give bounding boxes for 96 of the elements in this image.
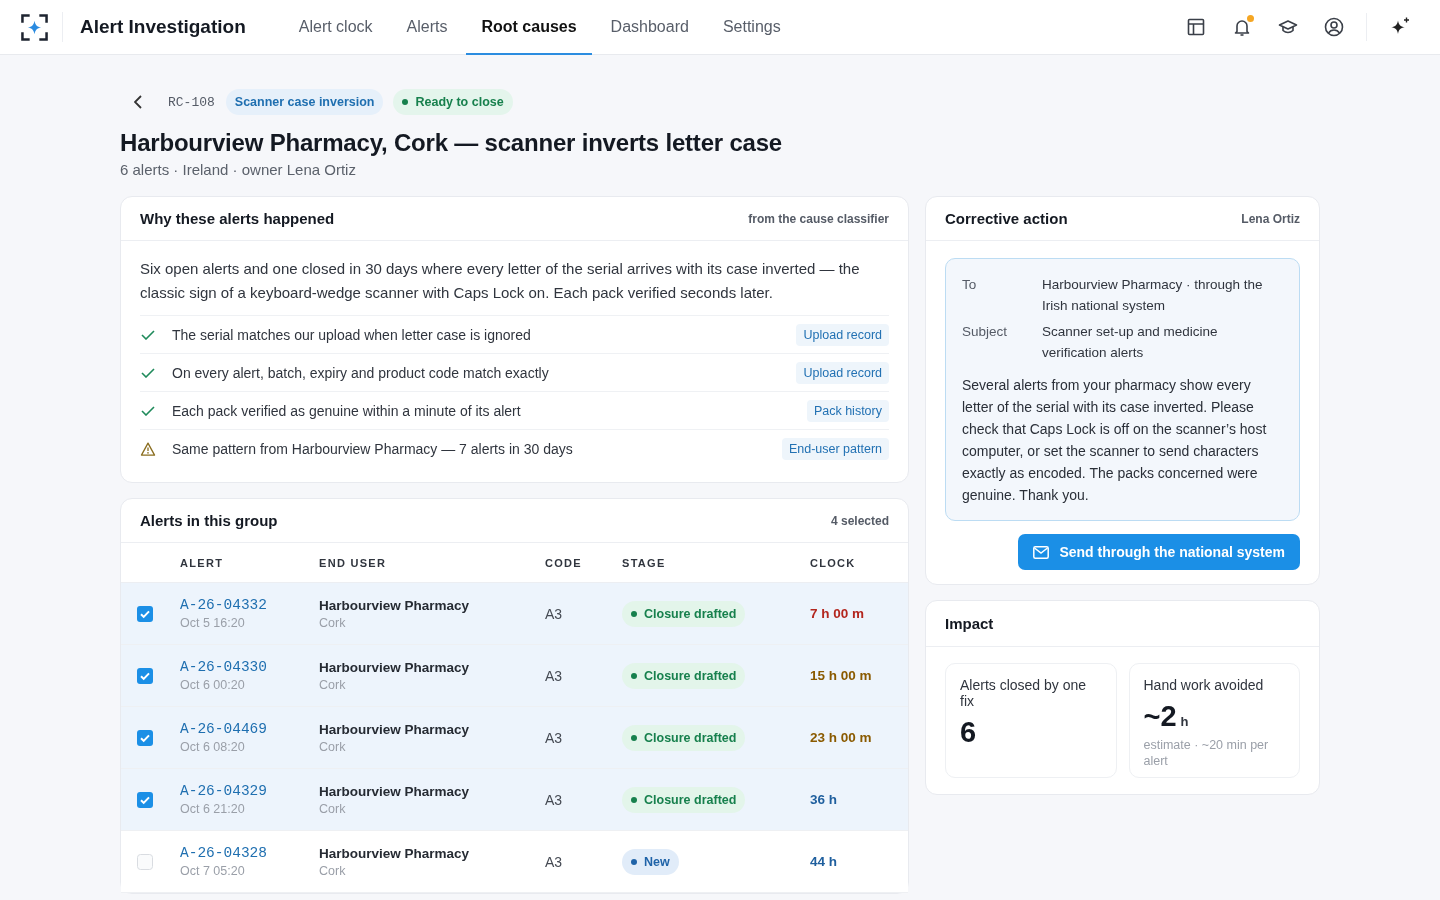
panel-title: Corrective action: [945, 210, 1068, 227]
evidence-link[interactable]: Upload record: [796, 323, 889, 346]
panel-title: Alerts in this group: [140, 512, 278, 529]
layout-icon[interactable]: [1186, 17, 1206, 37]
field-value: Scanner set-up and medicine verification alerts: [1042, 323, 1219, 362]
alert-code: A3: [545, 853, 564, 870]
end-user-city: Cork: [319, 801, 346, 816]
status-dot-icon: [631, 734, 637, 741]
evidence-link[interactable]: Upload record: [796, 361, 889, 384]
chevron-left-icon[interactable]: [134, 95, 142, 109]
nav-tab[interactable]: Alerts: [391, 0, 463, 55]
status-dot-icon: [631, 858, 637, 865]
status-dot-icon: [631, 672, 637, 679]
column-header: CLOCK: [810, 556, 857, 569]
panel-title: Impact: [945, 615, 994, 632]
end-user-name: Harbourview Pharmacy: [319, 659, 470, 675]
column-header: ALERT: [180, 556, 225, 569]
status-dot-icon: [402, 99, 409, 105]
case-id: RC-108: [168, 94, 215, 110]
column-header: CODE: [545, 556, 583, 569]
evidence-text: Each pack verified as genuine within a minute of its alert: [172, 402, 521, 419]
evidence-text: The serial matches our upload when letter case is ignored: [172, 326, 531, 343]
selection-count: 4 selected: [830, 513, 889, 528]
row-checkbox[interactable]: [137, 729, 153, 746]
clock-value: 36 h: [810, 792, 838, 807]
end-user-name: Harbourview Pharmacy: [319, 845, 470, 861]
evidence-link[interactable]: Pack history: [806, 399, 889, 422]
evidence-text: On every alert, batch, expiry and product code match exactly: [172, 364, 549, 381]
alert-time: Oct 6 08:20: [180, 740, 245, 754]
message-body: Several alerts from your pharmacy show every letter of the serial with its case inverted. Please check that Caps Lock is off on the scanner’s host computer, or set the scanner to send characters exactly as encoded. The packs concerned were genuine. Thank you.: [962, 376, 1268, 505]
row-checkbox[interactable]: [137, 791, 153, 808]
column-header: END USER: [319, 556, 388, 569]
row-checkbox[interactable]: [137, 853, 153, 870]
evidence-text: Same pattern from Harbourview Pharmacy — 7 alerts in 30 days: [172, 440, 573, 457]
row-checkbox[interactable]: [137, 605, 153, 622]
end-user-name: Harbourview Pharmacy: [319, 783, 470, 799]
clock-value: 23 h 00 m: [810, 730, 873, 745]
status-dot-icon: [631, 610, 637, 617]
app-title: Alert Investigation: [80, 16, 246, 38]
stage-badge: Closure drafted: [622, 724, 746, 751]
field-value: Harbourview Pharmacy · through the Irish national system: [1042, 276, 1264, 315]
panel-source: from the cause classifier: [748, 211, 889, 226]
panel-title: Why these alerts happened: [140, 210, 335, 227]
alert-code: A3: [545, 791, 564, 808]
nav-tab[interactable]: Settings: [707, 0, 796, 55]
metric-value: 6: [960, 715, 977, 749]
alert-id-link[interactable]: A-26-04469: [180, 721, 267, 737]
column-header: STAGE: [622, 556, 667, 569]
field-label: Subject: [962, 323, 1009, 341]
metric-label: Hand work avoided: [1143, 677, 1265, 693]
nav-tab[interactable]: Dashboard: [595, 0, 704, 55]
stage-badge: New: [622, 848, 679, 875]
stage-badge: Closure drafted: [622, 600, 746, 627]
nav-tab[interactable]: Root causes: [466, 0, 592, 55]
alert-time: Oct 7 05:20: [180, 864, 245, 878]
status-badge: Ready to close: [393, 89, 513, 115]
clock-value: 7 h 00 m: [810, 606, 866, 621]
metric-note: estimate · ~20 min per alert: [1143, 737, 1270, 769]
metric-value: ~2: [1143, 699, 1177, 733]
stage-badge: Closure drafted: [622, 786, 746, 813]
nav-tab[interactable]: Alert clock: [283, 0, 388, 55]
alert-time: Oct 6 21:20: [180, 802, 245, 816]
mail-icon: [1033, 545, 1050, 559]
alert-code: A3: [545, 605, 564, 622]
case-meta: 6 alerts · Ireland · owner Lena Ortiz: [120, 160, 357, 180]
alert-time: Oct 5 16:20: [180, 616, 245, 630]
status-dot-icon: [631, 796, 637, 803]
end-user-city: Cork: [319, 615, 346, 630]
bell-icon[interactable]: [1232, 17, 1252, 37]
alert-id-link[interactable]: A-26-04328: [180, 845, 267, 861]
alert-id-link[interactable]: A-26-04330: [180, 659, 267, 675]
end-user-name: Harbourview Pharmacy: [319, 721, 470, 737]
user-icon[interactable]: [1324, 17, 1344, 37]
field-label: To: [962, 276, 978, 294]
alert-id-link[interactable]: A-26-04332: [180, 597, 267, 613]
end-user-city: Cork: [319, 863, 346, 878]
category-tag: Scanner case inversion: [225, 89, 384, 115]
alert-code: A3: [545, 667, 564, 684]
metric-label: Alerts closed by one fix: [960, 677, 1088, 709]
end-user-city: Cork: [319, 739, 346, 754]
alert-time: Oct 6 00:20: [180, 678, 245, 692]
end-user-city: Cork: [319, 677, 346, 692]
evidence-link[interactable]: End-user pattern: [781, 437, 889, 460]
alert-code: A3: [545, 729, 564, 746]
cause-summary: Six open alerts and one closed in 30 days where every letter of the serial arrives with its case inverted — the classic sign of a keyboard-wedge scanner with Caps Lock on. Each pack verified seconds later.: [140, 259, 861, 303]
end-user-name: Harbourview Pharmacy: [319, 597, 470, 613]
row-checkbox[interactable]: [137, 667, 153, 684]
logo-icon: [21, 13, 48, 41]
send-button[interactable]: Send through the national system: [1018, 534, 1300, 570]
metric-unit: h: [1180, 714, 1189, 729]
clock-value: 44 h: [810, 854, 838, 869]
page-title: Harbourview Pharmacy, Cork — scanner inverts letter case: [120, 128, 783, 158]
action-owner: Lena Ortiz: [1241, 211, 1300, 226]
clock-value: 15 h 00 m: [810, 668, 873, 683]
alert-id-link[interactable]: A-26-04329: [180, 783, 267, 799]
stage-badge: Closure drafted: [622, 662, 746, 689]
